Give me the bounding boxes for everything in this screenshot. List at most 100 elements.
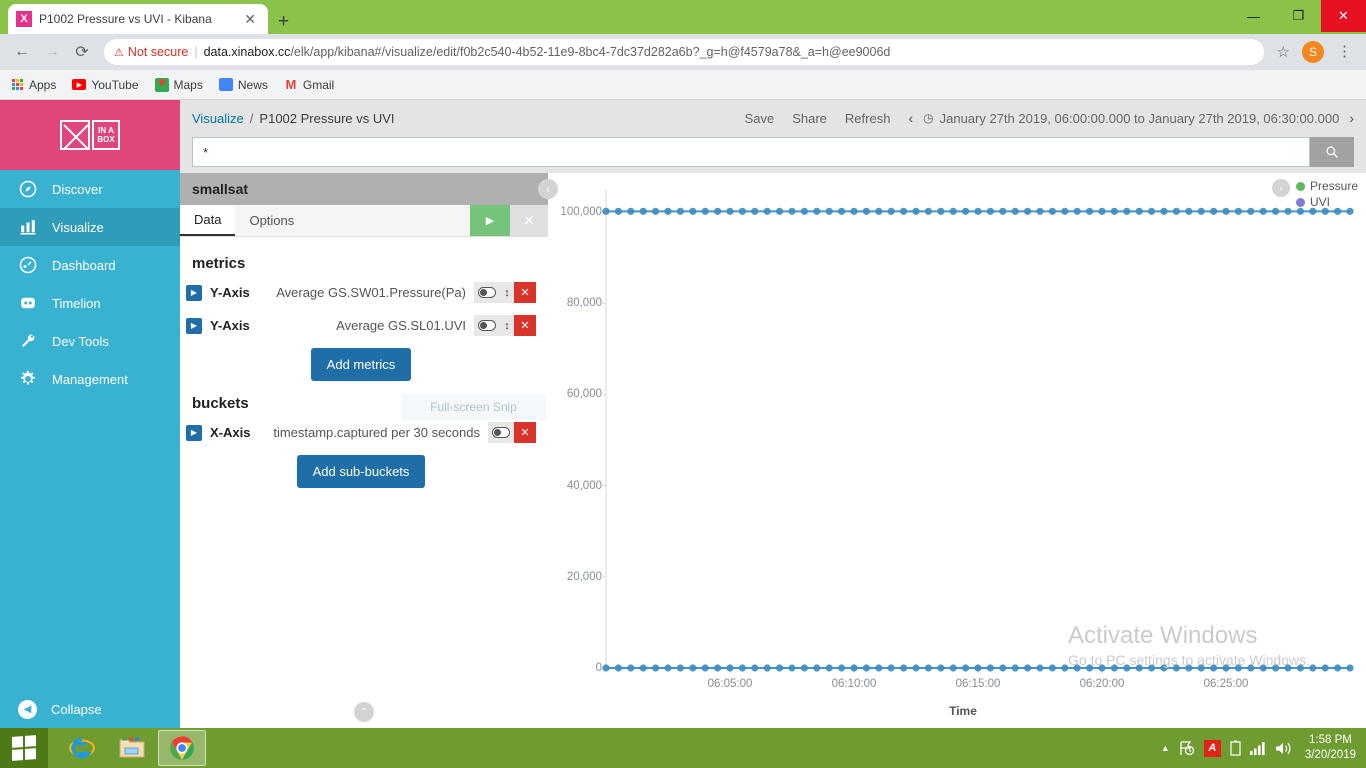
bookmark-label: Maps [173,77,203,92]
save-button[interactable]: Save [745,111,775,126]
search-input[interactable] [192,137,1310,167]
file-explorer-icon [119,736,145,760]
bookmark-star-icon[interactable]: ☆ [1272,43,1295,61]
clock-time: 1:58 PM [1309,734,1352,746]
security-status[interactable]: ⚠ Not secure [114,45,188,59]
start-button[interactable] [0,728,48,768]
sidebar-item-discover[interactable]: Discover [0,170,180,208]
legend-item-uvi[interactable]: UVI [1295,195,1358,209]
logo-mark-icon: IN A BOX [60,120,120,150]
close-tab-icon[interactable]: ✕ [240,11,260,28]
taskbar-internet-explorer[interactable] [58,730,106,766]
action-center-icon[interactable] [1179,740,1195,756]
windows-logo-icon [12,735,36,761]
legend-toggle-icon[interactable]: › [1271,179,1290,197]
bucket-row[interactable]: ▶ X-Axis timestamp.captured per 30 secon… [186,422,536,443]
gear-icon [18,369,38,389]
bookmark-news[interactable]: News [218,78,268,92]
kibana-sidebar: IN A BOX Discover Visualize Dashboard Ti… [0,100,180,730]
discard-changes-button[interactable]: ✕ [510,205,548,236]
sidebar-item-dev-tools[interactable]: Dev Tools [0,322,180,360]
toggle-agg-icon[interactable] [488,422,514,443]
reload-button[interactable]: ⟳ [68,38,96,66]
search-icon [1325,145,1339,159]
add-subbuckets-button[interactable]: Add sub-buckets [296,455,426,488]
chrome-menu-icon[interactable]: ⋮ [1331,44,1358,58]
taskbar-google-chrome[interactable] [158,730,206,766]
tab-data[interactable]: Data [180,205,236,236]
back-button[interactable]: ← [8,38,36,66]
move-agg-icon[interactable]: ↕ [500,315,514,336]
taskbar-file-explorer[interactable] [108,730,156,766]
x-axis-tick: 06:25:00 [1203,678,1249,690]
volume-icon[interactable] [1275,741,1292,756]
legend-item-pressure[interactable]: Pressure [1295,179,1358,193]
move-agg-icon[interactable]: ↕ [500,282,514,303]
remove-agg-icon[interactable]: ✕ [514,315,536,336]
bookmark-maps[interactable]: Maps [154,77,203,92]
bookmark-youtube[interactable]: ▶ YouTube [72,77,139,92]
expand-agg-icon[interactable]: ▶ [186,424,202,441]
minimize-button[interactable]: — [1231,0,1276,32]
sidebar-item-label: Timelion [52,295,101,311]
show-hidden-icons[interactable]: ▲ [1161,743,1170,753]
query-bar [180,136,1366,173]
time-prev-icon[interactable]: ‹ [908,110,913,126]
remove-agg-icon[interactable]: ✕ [514,422,536,443]
add-metrics-button[interactable]: Add metrics [310,348,412,381]
collapse-editor-bottom-button[interactable]: ⌃ [354,702,374,722]
network-signal-icon[interactable] [1249,741,1266,755]
omnibox-divider: | [194,45,198,59]
remove-agg-icon[interactable]: ✕ [514,282,536,303]
legend-color-swatch [1295,181,1305,191]
agg-axis-label: X-Axis [210,425,251,440]
x-axis-tick: 06:15:00 [955,678,1001,690]
address-bar[interactable]: ⚠ Not secure | data.xinabox.cc/elk/app/k… [104,39,1264,65]
chart-legend: › Pressure UVI [1271,179,1358,209]
new-tab-button[interactable]: + [278,12,289,31]
breadcrumb-visualize[interactable]: Visualize [192,111,244,126]
sidebar-item-management[interactable]: Management [0,360,180,398]
forward-button[interactable]: → [38,38,66,66]
editor-agg-list: metrics ▶ Y-Axis Average GS.SW01.Pressur… [180,237,548,730]
x-axis-title: Time [949,704,977,718]
taskbar-clock[interactable]: 1:58 PM 3/20/2019 [1301,733,1356,763]
bookmark-label: YouTube [91,77,139,92]
sidebar-item-timelion[interactable]: Timelion [0,284,180,322]
refresh-button[interactable]: Refresh [845,111,891,126]
toggle-agg-icon[interactable] [474,315,500,336]
maximize-button[interactable]: ❐ [1276,0,1321,32]
logo-line-2: BOX [97,135,115,144]
share-button[interactable]: Share [792,111,827,126]
page-viewport: IN A BOX Discover Visualize Dashboard Ti… [0,100,1366,730]
profile-avatar[interactable]: S [1302,41,1324,63]
bookmark-gmail[interactable]: M Gmail [284,77,335,92]
sidebar-collapse-button[interactable]: ◀ Collapse [0,688,180,730]
collapse-editor-button[interactable]: ‹ [538,179,558,199]
time-next-icon[interactable]: › [1349,110,1354,126]
battery-icon[interactable] [1230,740,1241,756]
chart-plot-area[interactable] [548,173,1366,730]
browser-tab[interactable]: X P1002 Pressure vs UVI - Kibana ✕ [8,4,268,34]
bookmark-apps[interactable]: Apps [10,78,56,92]
search-submit-button[interactable] [1310,137,1354,167]
tab-options[interactable]: Options [235,205,308,236]
metric-row[interactable]: ▶ Y-Axis Average GS.SW01.Pressure(Pa) ↕ … [186,282,536,303]
time-range-picker[interactable]: ◷ January 27th 2019, 06:00:00.000 to Jan… [923,111,1339,126]
sidebar-item-visualize[interactable]: Visualize [0,208,180,246]
sidebar-item-dashboard[interactable]: Dashboard [0,246,180,284]
expand-agg-icon[interactable]: ▶ [186,317,202,334]
metric-row[interactable]: ▶ Y-Axis Average GS.SL01.UVI ↕ ✕ [186,315,536,336]
news-icon [218,78,233,92]
clock-icon: ◷ [923,111,934,125]
chart-canvas: 0 20,000 40,000 60,000 80,000 100,000 06:05:0… [548,173,1366,730]
sidebar-item-label: Dashboard [52,257,116,273]
avira-icon[interactable]: A [1203,739,1221,757]
toggle-agg-icon[interactable] [474,282,500,303]
warning-triangle-icon: ⚠ [114,46,124,59]
bookmark-label: Gmail [302,77,335,92]
apply-changes-button[interactable]: ▶ [470,205,510,236]
expand-agg-icon[interactable]: ▶ [186,284,202,301]
legend-label: Pressure [1309,179,1358,193]
close-window-button[interactable]: ✕ [1321,0,1366,32]
